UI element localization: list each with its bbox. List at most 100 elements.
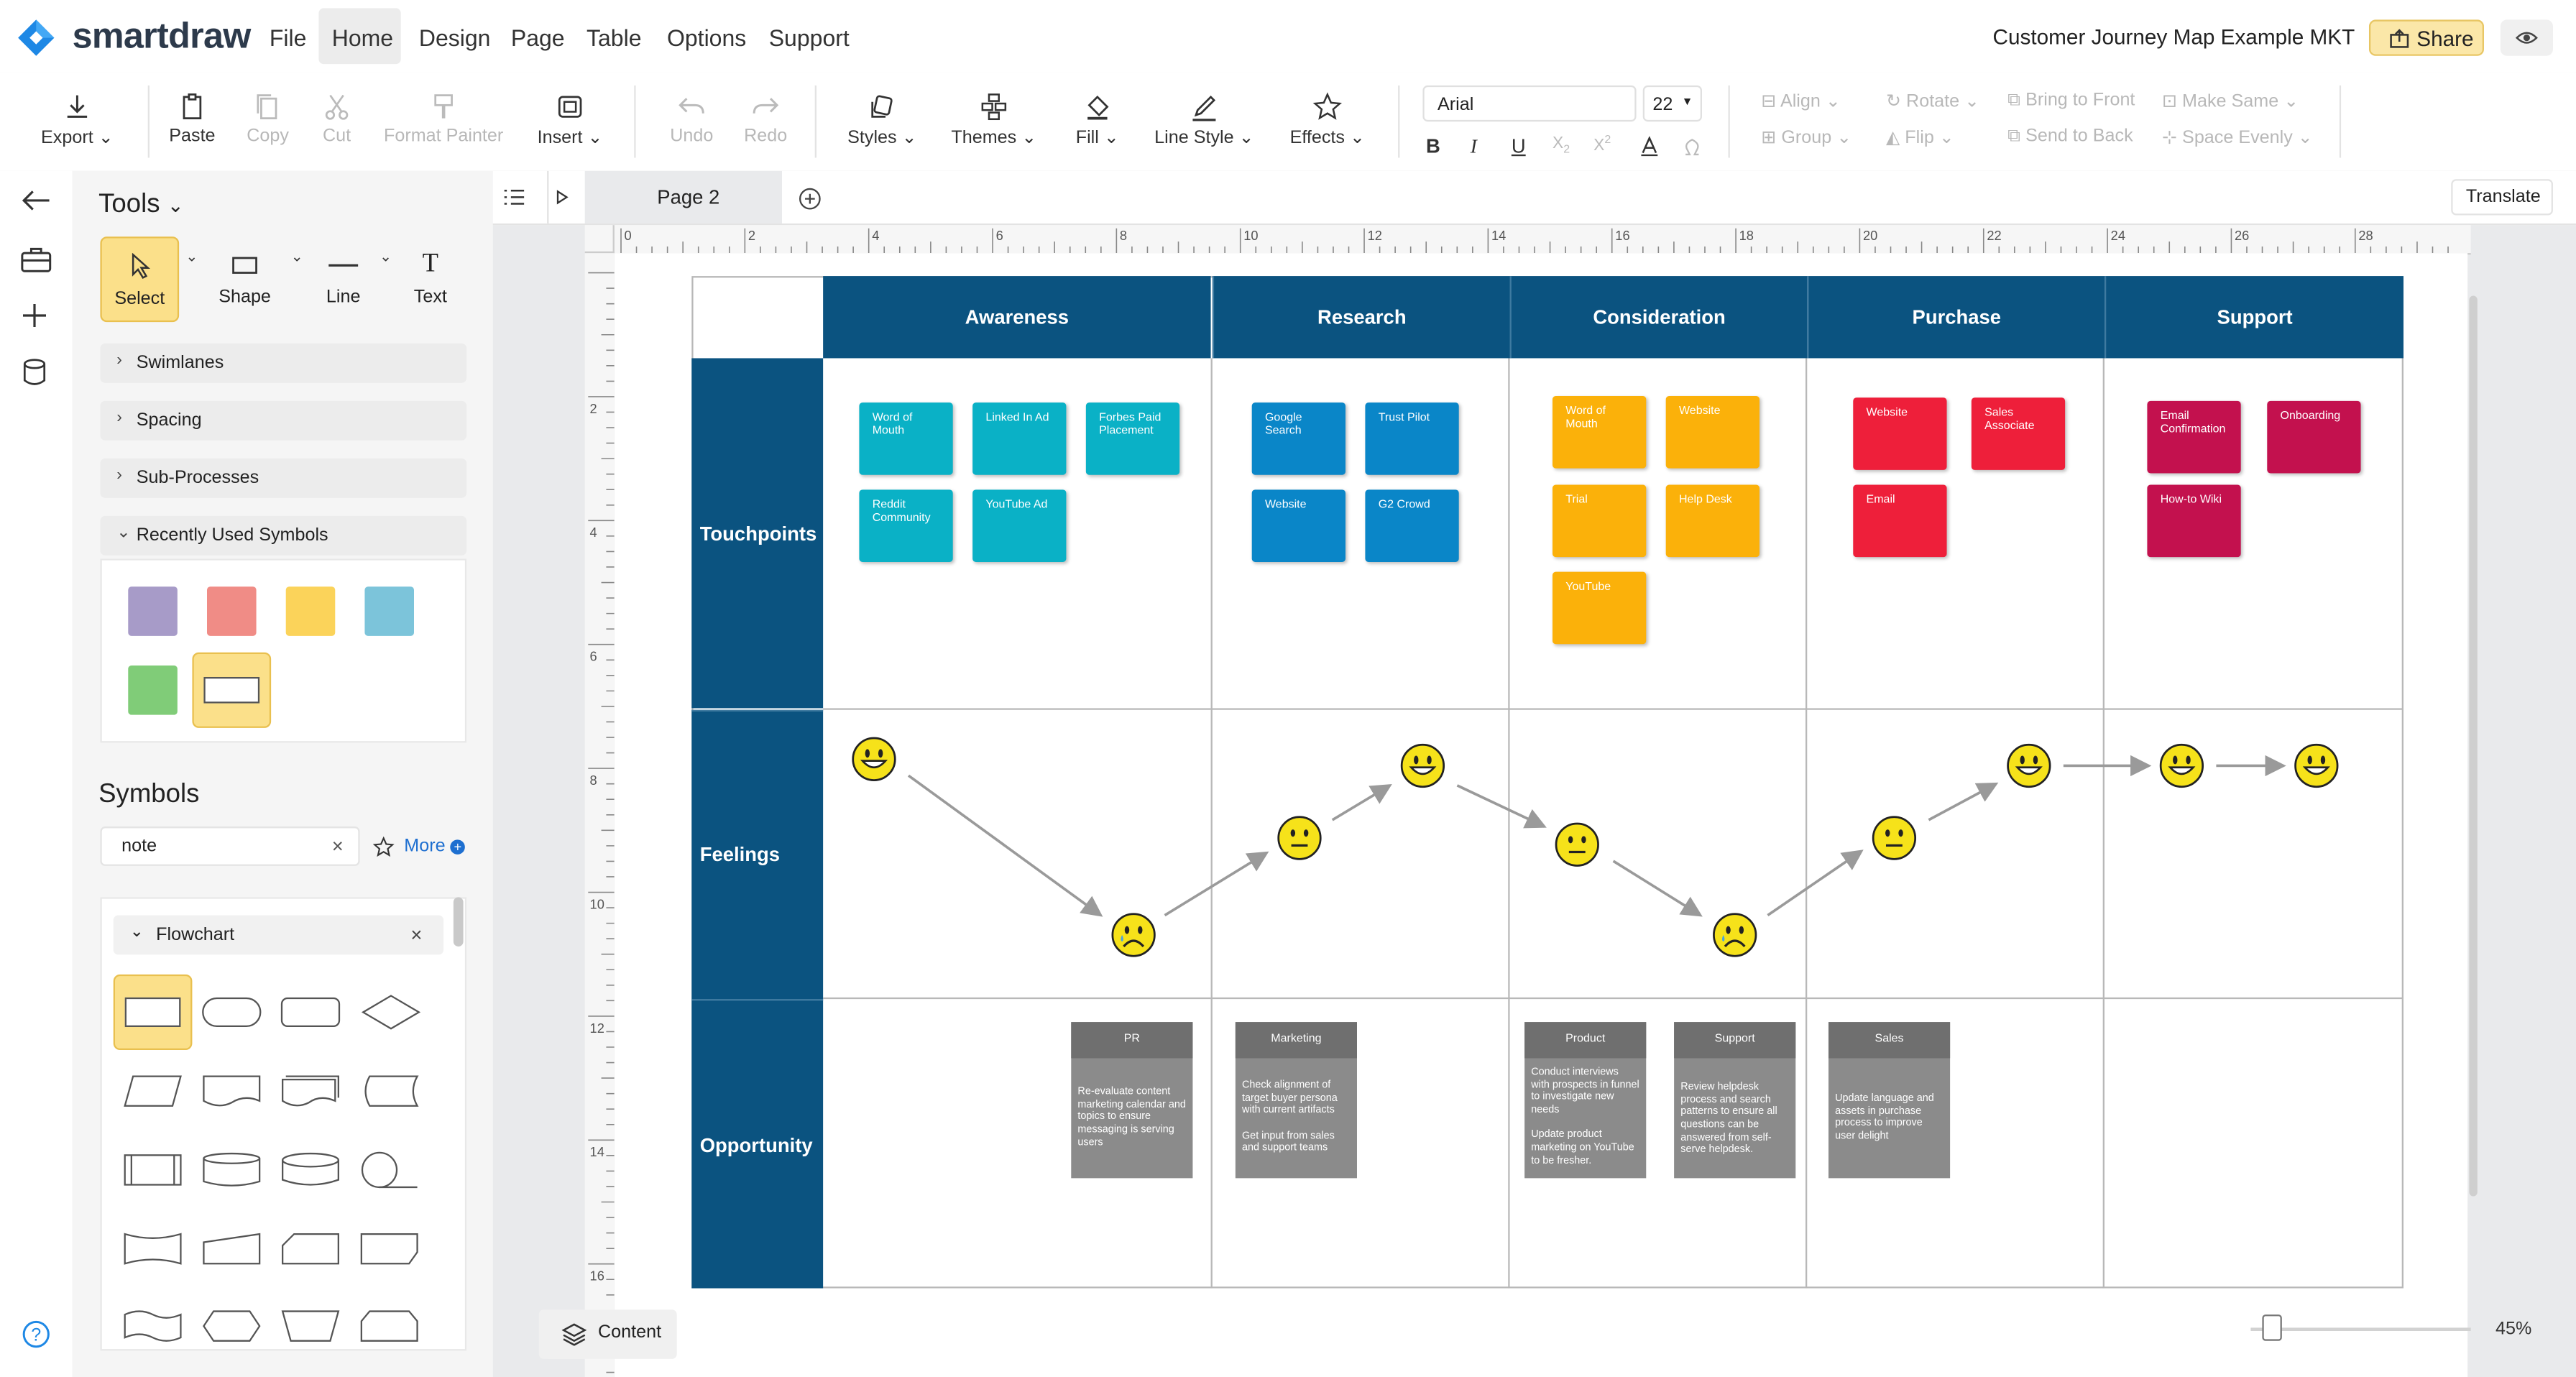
note-how-to-wiki[interactable]: How-to Wiki <box>2147 484 2241 558</box>
help-icon[interactable]: ? <box>22 1320 51 1349</box>
flip-button[interactable]: ◭ Flip ⌄ <box>1886 126 1954 147</box>
neutral-face-icon[interactable] <box>1276 815 1322 861</box>
bold-button[interactable]: B <box>1426 134 1440 157</box>
note-reddit-community[interactable]: Reddit Community <box>859 489 953 562</box>
effects-button[interactable]: Effects ⌄ <box>1282 73 1374 171</box>
menu-file[interactable]: File <box>270 24 307 51</box>
recent-rectangle-symbol[interactable] <box>192 652 272 728</box>
line-style-button[interactable]: Line Style ⌄ <box>1150 73 1259 171</box>
superscript-button[interactable]: X2 <box>1593 134 1611 155</box>
swimlanes-section[interactable]: › Swimlanes <box>100 343 467 383</box>
back-arrow-icon[interactable] <box>22 189 51 212</box>
menu-table[interactable]: Table <box>586 24 641 51</box>
symbol-sequential-data[interactable] <box>360 1150 419 1189</box>
stage-header-purchase[interactable]: Purchase <box>1807 276 2104 359</box>
zoom-slider-track[interactable] <box>2250 1327 2471 1331</box>
spacing-section[interactable]: › Spacing <box>100 400 467 441</box>
note-google-search[interactable]: Google Search <box>1251 402 1346 475</box>
symbol-search-input[interactable]: note × <box>100 826 360 866</box>
symbol-offpage-connector[interactable] <box>360 1233 419 1266</box>
undo-button[interactable]: Undo <box>663 73 719 171</box>
happy-face-icon[interactable] <box>851 736 897 782</box>
fill-button[interactable]: Fill ⌄ <box>1064 73 1130 171</box>
share-button[interactable]: Share <box>2368 19 2484 56</box>
add-icon[interactable] <box>22 303 48 329</box>
happy-face-icon[interactable] <box>2294 742 2340 788</box>
cut-button[interactable]: Cut <box>309 73 365 171</box>
symbol-alternate-process[interactable] <box>280 997 341 1027</box>
menu-options[interactable]: Options <box>667 24 746 51</box>
database-icon[interactable] <box>23 358 46 386</box>
note-website[interactable]: Website <box>1853 397 1947 470</box>
symbol-manual-input[interactable] <box>123 1233 182 1266</box>
recently-used-section[interactable]: ⌄ Recently Used Symbols <box>100 515 467 556</box>
tools-panel-title[interactable]: Tools ⌄ <box>98 190 184 220</box>
select-tool[interactable]: Select <box>100 236 180 323</box>
sad-face-icon[interactable] <box>1110 912 1156 958</box>
zoom-slider-handle[interactable] <box>2262 1314 2282 1341</box>
note-email[interactable]: Email <box>1853 484 1947 558</box>
redo-button[interactable]: Redo <box>737 73 794 171</box>
themes-button[interactable]: Themes ⌄ <box>944 73 1043 171</box>
row-label-touchpoints[interactable]: Touchpoints <box>691 358 824 709</box>
make-same-button[interactable]: ⊡ Make Same ⌄ <box>2162 91 2299 111</box>
select-options-chevron-icon[interactable]: ⌄ <box>185 248 198 266</box>
add-page-icon[interactable] <box>799 188 822 211</box>
page-list-icon[interactable] <box>502 188 525 207</box>
happy-face-icon[interactable] <box>2006 742 2052 788</box>
symbol-decision[interactable] <box>361 994 421 1030</box>
sad-face-icon[interactable] <box>1712 912 1758 958</box>
stage-header-consideration[interactable]: Consideration <box>1509 276 1808 359</box>
opportunity-card-sales[interactable]: Sales Update language and assets in purc… <box>1828 1022 1951 1179</box>
italic-button[interactable]: I <box>1471 134 1477 159</box>
menu-home[interactable]: Home <box>332 24 393 51</box>
note-linkedin-ad[interactable]: Linked In Ad <box>972 402 1067 475</box>
note-youtube-ad[interactable]: YouTube Ad <box>972 489 1067 562</box>
opportunity-card-product[interactable]: Product Conduct interviews with prospect… <box>1524 1022 1647 1179</box>
stage-header-support[interactable]: Support <box>2104 276 2404 359</box>
font-family-select[interactable]: Arial <box>1422 85 1637 122</box>
flowchart-library-header[interactable]: ⌄ Flowchart × <box>113 915 444 955</box>
row-label-feelings[interactable]: Feelings <box>691 709 824 1000</box>
note-forbes-paid-placement[interactable]: Forbes Paid Placement <box>1085 402 1180 475</box>
canvas-vertical-scrollbar[interactable] <box>2469 295 2478 1197</box>
shape-options-chevron-icon[interactable]: ⌄ <box>291 248 303 266</box>
note-trial[interactable]: Trial <box>1552 484 1647 558</box>
symbol-punched-tape[interactable] <box>123 1309 182 1343</box>
document-title[interactable]: Customer Journey Map Example MKT <box>1993 24 2355 49</box>
menu-page[interactable]: Page <box>511 24 565 51</box>
stage-header-awareness[interactable]: Awareness <box>823 276 1211 359</box>
row-label-opportunity[interactable]: Opportunity <box>691 999 824 1289</box>
copy-button[interactable]: Copy <box>240 73 296 171</box>
tab-page-2[interactable]: Page 2 <box>584 170 782 224</box>
note-email-confirmation[interactable]: Email Confirmation <box>2147 400 2241 474</box>
note-word-of-mouth[interactable]: Word of Mouth <box>1552 396 1647 469</box>
align-button[interactable]: ⊟ Align ⌄ <box>1761 91 1841 111</box>
send-to-back-button[interactable]: ⧉ Send to Back <box>2007 126 2133 148</box>
happy-face-icon[interactable] <box>2158 742 2204 788</box>
opportunity-card-marketing[interactable]: Marketing Check alignment of target buye… <box>1235 1022 1357 1179</box>
symbol-card[interactable] <box>202 1233 261 1266</box>
rotate-button[interactable]: ↻ Rotate ⌄ <box>1886 91 1979 111</box>
paste-button[interactable]: Paste <box>165 73 221 171</box>
more-symbols-link[interactable]: More + <box>404 837 466 856</box>
symbol-stored-data[interactable] <box>360 1074 419 1107</box>
note-trust-pilot[interactable]: Trust Pilot <box>1365 402 1459 475</box>
note-word-of-mouth[interactable]: Word of Mouth <box>859 402 953 475</box>
opportunity-card-support[interactable]: Support Review helpdesk process and sear… <box>1674 1022 1796 1179</box>
symbol-predefined-process[interactable] <box>123 1153 182 1187</box>
menu-support[interactable]: Support <box>769 24 850 51</box>
symbol-multi-document[interactable] <box>281 1074 340 1107</box>
symbol-direct-data[interactable] <box>202 1152 261 1188</box>
recent-note-purple[interactable] <box>128 586 178 636</box>
text-tool[interactable]: T Text <box>391 236 470 322</box>
note-youtube[interactable]: YouTube <box>1552 571 1647 645</box>
translate-button[interactable]: Translate <box>2451 179 2553 216</box>
export-button[interactable]: Export ⌄ <box>29 73 125 171</box>
line-tool[interactable]: Line <box>304 236 383 322</box>
shape-tool[interactable]: Shape <box>206 236 285 322</box>
symbol-database[interactable] <box>281 1152 340 1188</box>
line-options-chevron-icon[interactable]: ⌄ <box>380 248 392 266</box>
symbol-terminator[interactable] <box>202 997 262 1027</box>
clear-search-icon[interactable]: × <box>332 834 344 857</box>
